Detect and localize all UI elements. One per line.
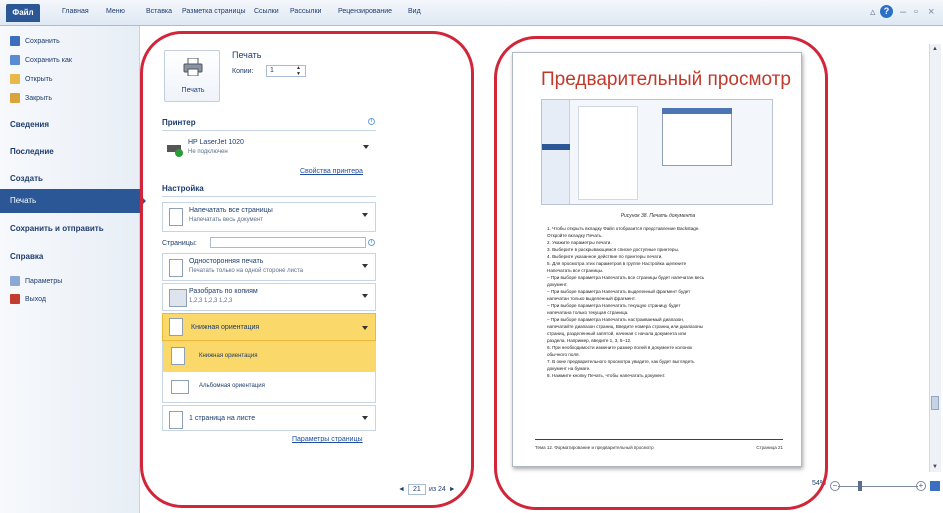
tab-references[interactable]: Ссылки [254,8,279,15]
options-icon [10,276,20,286]
help-icon[interactable]: ? [880,5,893,18]
close-folder-icon [10,93,20,103]
save-icon [10,36,20,46]
tab-menu[interactable]: Меню [106,8,125,15]
nav-save-as-label: Сохранить как [25,56,72,64]
nav-close[interactable]: Закрыть [10,91,52,105]
tab-review[interactable]: Рецензирование [338,8,392,15]
nav-save[interactable]: Сохранить [10,34,60,48]
annotation-oval-settings [140,31,474,508]
nav-exit[interactable]: Выход [10,292,46,306]
nav-save-send[interactable]: Сохранить и отправить [10,224,104,233]
window-close-icon[interactable]: × [928,6,934,18]
tab-page-layout[interactable]: Разметка страницы [182,8,246,15]
ribbon-tab-bar: Файл Главная Меню Вставка Разметка стран… [0,0,943,26]
open-folder-icon [10,74,20,84]
nav-open[interactable]: Открыть [10,72,53,86]
nav-close-label: Закрыть [25,94,52,102]
scrollbar-thumb[interactable] [931,396,939,410]
zoom-slider-track[interactable] [838,486,918,487]
nav-options[interactable]: Параметры [10,274,62,288]
scroll-down-icon[interactable]: ▼ [932,464,938,470]
tab-file[interactable]: Файл [6,4,40,22]
nav-new[interactable]: Создать [10,174,43,183]
tab-view[interactable]: Вид [408,8,421,15]
exit-icon [10,294,20,304]
annotation-oval-preview [494,36,828,510]
window-minimize-icon[interactable]: – [900,6,906,18]
tab-home[interactable]: Главная [62,8,89,15]
nav-options-label: Параметры [25,277,63,285]
nav-open-label: Открыть [25,75,53,83]
nav-print-selected[interactable]: Печать [0,189,146,213]
zoom-in-icon[interactable]: + [916,481,926,491]
nav-info[interactable]: Сведения [10,120,49,129]
save-as-icon [10,55,20,65]
nav-save-label: Сохранить [25,37,60,45]
backstage-nav: Сохранить Сохранить как Открыть Закрыть … [0,26,146,513]
zoom-to-page-icon[interactable] [930,481,940,491]
tab-mailings[interactable]: Рассылки [290,8,321,15]
tab-insert[interactable]: Вставка [146,8,172,15]
window-restore-icon[interactable]: ▫ [914,6,918,18]
minimize-ribbon-icon[interactable]: ▵ [870,6,876,18]
nav-exit-label: Выход [25,295,46,303]
scroll-up-icon[interactable]: ▲ [932,46,938,52]
nav-help[interactable]: Справка [10,252,43,261]
nav-save-as[interactable]: Сохранить как [10,53,72,67]
nav-recent[interactable]: Последние [10,147,54,156]
zoom-slider-thumb[interactable] [858,481,862,491]
